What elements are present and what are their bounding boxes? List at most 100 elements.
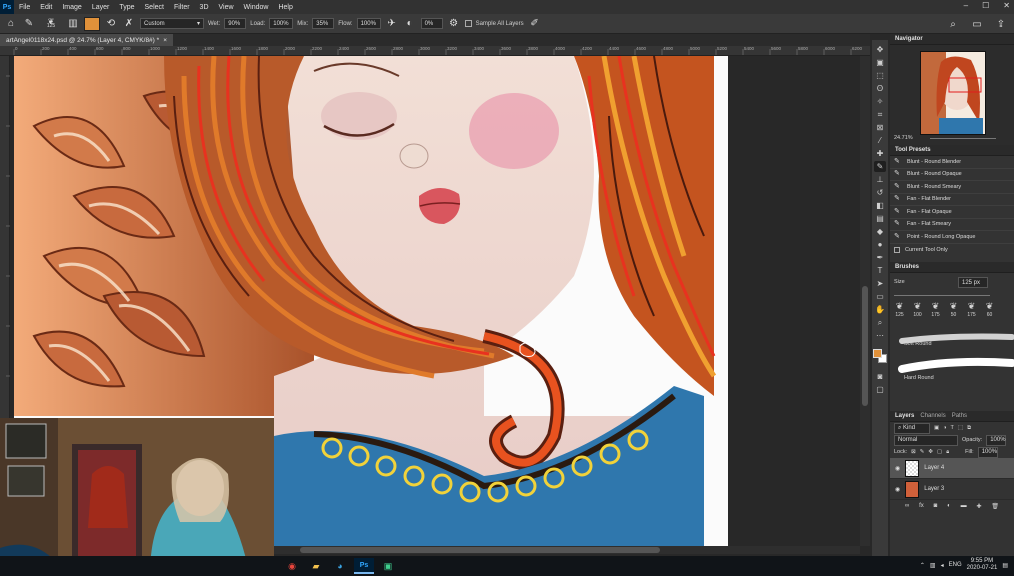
brush-settings-icon[interactable]: ▥ — [66, 17, 80, 31]
layer-row-layer-3[interactable]: ◉ Layer 3 — [890, 479, 1014, 500]
load-input[interactable]: 100% — [269, 18, 294, 29]
quick-mask-icon[interactable]: ◙ — [874, 371, 886, 382]
menu-window[interactable]: Window — [239, 4, 274, 11]
menu-view[interactable]: View — [214, 4, 239, 11]
brush-tip-item[interactable]: ❦ 125 — [892, 301, 907, 321]
lock-artboard-icon[interactable]: ▢ — [937, 449, 942, 455]
mixer-brush-tool-icon[interactable]: ✎ — [22, 17, 36, 31]
brush-size-slider[interactable] — [894, 295, 990, 296]
filter-adjustment-icon[interactable]: ◑ — [943, 425, 946, 431]
path-select-tool-icon[interactable]: ➤ — [874, 278, 886, 289]
mixer-brush-tool-active-icon[interactable]: ✎ — [874, 161, 886, 172]
mix-input[interactable]: 35% — [312, 18, 335, 29]
navigator-panel-header[interactable]: Navigator — [890, 34, 1014, 45]
tab-channels[interactable]: Channels — [920, 413, 945, 419]
gradient-tool-icon[interactable]: ▤ — [874, 213, 886, 224]
lock-all-icon[interactable]: 🔒︎ — [946, 449, 949, 456]
tab-paths[interactable]: Paths — [952, 413, 967, 419]
navigator-preview[interactable] — [920, 51, 986, 135]
healing-brush-tool-icon[interactable]: ✚ — [874, 148, 886, 159]
network-icon[interactable]: ▥ — [930, 562, 936, 569]
menu-file[interactable]: File — [14, 4, 35, 11]
airbrush-icon[interactable]: ✈ — [385, 17, 399, 31]
quick-select-tool-icon[interactable]: ✧ — [874, 96, 886, 107]
menu-edit[interactable]: Edit — [35, 4, 57, 11]
eyedropper-tool-icon[interactable]: ⁄ — [874, 135, 886, 146]
search-icon[interactable]: ⌕ — [946, 17, 960, 31]
tab-layers[interactable]: Layers — [895, 413, 914, 419]
fill-input[interactable]: 100% — [977, 446, 998, 458]
sample-all-layers-checkbox[interactable] — [464, 20, 472, 27]
brush-tip-item[interactable]: ❦ 175 — [964, 301, 979, 321]
share-icon[interactable]: ⇪ — [994, 17, 1008, 31]
more-tools-icon[interactable]: ⋯ — [874, 330, 886, 341]
clone-stamp-tool-icon[interactable]: ⊥ — [874, 174, 886, 185]
current-tool-only-row[interactable]: Current Tool Only — [890, 244, 1014, 257]
language-indicator[interactable]: ENG — [949, 562, 962, 568]
chrome-icon[interactable]: ◉ — [282, 558, 302, 574]
current-brush-load-swatch[interactable] — [84, 16, 100, 31]
pressure-icon[interactable]: ✐ — [528, 17, 542, 31]
hand-tool-icon[interactable]: ✋ — [874, 304, 886, 315]
home-icon[interactable]: ⌂ — [4, 17, 18, 31]
soft-round-label[interactable]: Soft Round — [904, 341, 932, 347]
preset-item[interactable]: ✎ Fan - Flat Blender — [890, 194, 1014, 206]
lasso-tool-icon[interactable]: ʘ — [874, 83, 886, 94]
blur-tool-icon[interactable]: ◆ — [874, 226, 886, 237]
preset-item[interactable]: ✎ Blunt - Round Smeary — [890, 181, 1014, 194]
dodge-tool-icon[interactable]: ● — [874, 239, 886, 250]
filter-shape-icon[interactable]: ⬚ — [958, 425, 963, 431]
volume-icon[interactable]: ◂ — [941, 562, 944, 569]
preset-item[interactable]: ✎ Blunt - Round Blender — [890, 156, 1014, 169]
preset-item[interactable]: ✎ Blunt - Round Opaque — [890, 169, 1014, 181]
foreground-color-swatch[interactable] — [873, 349, 882, 358]
blend-combination-select[interactable]: Custom ▾ — [140, 18, 204, 29]
adjustment-layer-icon[interactable]: ◐ — [947, 503, 951, 509]
color-swatches[interactable] — [873, 349, 887, 363]
opacity-input[interactable]: 100% — [986, 434, 1007, 446]
filter-pixel-icon[interactable]: ▣ — [934, 425, 939, 431]
menu-image[interactable]: Image — [57, 4, 86, 11]
lock-pixels-icon[interactable]: ✎ — [920, 449, 925, 455]
navigator-zoom-slider[interactable] — [930, 138, 996, 139]
link-layers-icon[interactable]: ∞ — [905, 503, 909, 509]
notifications-icon[interactable]: ▤ — [1002, 562, 1008, 569]
vertical-scroll-thumb[interactable] — [862, 286, 868, 406]
close-tab-button[interactable]: × — [163, 37, 167, 44]
marquee-tool-icon[interactable]: ⬚ — [874, 70, 886, 81]
menu-3d[interactable]: 3D — [195, 4, 214, 11]
maximize-button[interactable]: ☐ — [982, 1, 989, 10]
workspace-icon[interactable]: ▭ — [970, 17, 984, 31]
edge-icon[interactable]: ◕ — [330, 558, 350, 574]
type-tool-icon[interactable]: T — [874, 265, 886, 276]
eye-icon[interactable]: ◉ — [895, 486, 900, 493]
new-group-icon[interactable]: ▬ — [961, 503, 967, 509]
brush-preset-picker[interactable]: ❦ 125 — [40, 17, 62, 31]
eye-icon[interactable]: ◉ — [895, 465, 900, 472]
brush-tip-item[interactable]: ❦ 50 — [946, 301, 961, 321]
layer-filter-kind-select[interactable]: ⌕ Kind — [894, 422, 930, 434]
chat-app-icon[interactable]: ▣ — [378, 558, 398, 574]
preset-item[interactable]: ✎ Point - Round Long Opaque — [890, 231, 1014, 244]
crop-tool-icon[interactable]: ⌗ — [874, 109, 886, 120]
lock-transparency-icon[interactable]: ⊠ — [911, 449, 916, 455]
menu-select[interactable]: Select — [140, 4, 169, 11]
frame-tool-icon[interactable]: ⊠ — [874, 122, 886, 133]
tool-presets-panel-header[interactable]: Tool Presets — [890, 145, 1014, 156]
brush-tip-item[interactable]: ❦ 60 — [982, 301, 997, 321]
tray-chevron-icon[interactable]: ⌃ — [920, 562, 925, 569]
minimize-button[interactable]: – — [964, 1, 968, 10]
layer-row-layer-4[interactable]: ◉ Layer 4 — [890, 458, 1014, 479]
brushes-panel-header[interactable]: Brushes — [890, 262, 1014, 273]
eraser-tool-icon[interactable]: ◧ — [874, 200, 886, 211]
menu-help[interactable]: Help — [273, 4, 297, 11]
vertical-scrollbar[interactable] — [860, 56, 870, 546]
clean-brush-icon[interactable]: ✗ — [122, 17, 136, 31]
move-tool-icon[interactable]: ✥ — [874, 44, 886, 55]
angle-icon[interactable]: ◐ — [403, 17, 417, 31]
history-brush-tool-icon[interactable]: ↺ — [874, 187, 886, 198]
zoom-tool-icon[interactable]: ⌕ — [874, 317, 886, 328]
current-tool-only-checkbox[interactable] — [894, 246, 900, 253]
photoshop-taskbar-icon[interactable]: Ps — [354, 558, 374, 574]
horizontal-scroll-thumb[interactable] — [300, 547, 660, 553]
